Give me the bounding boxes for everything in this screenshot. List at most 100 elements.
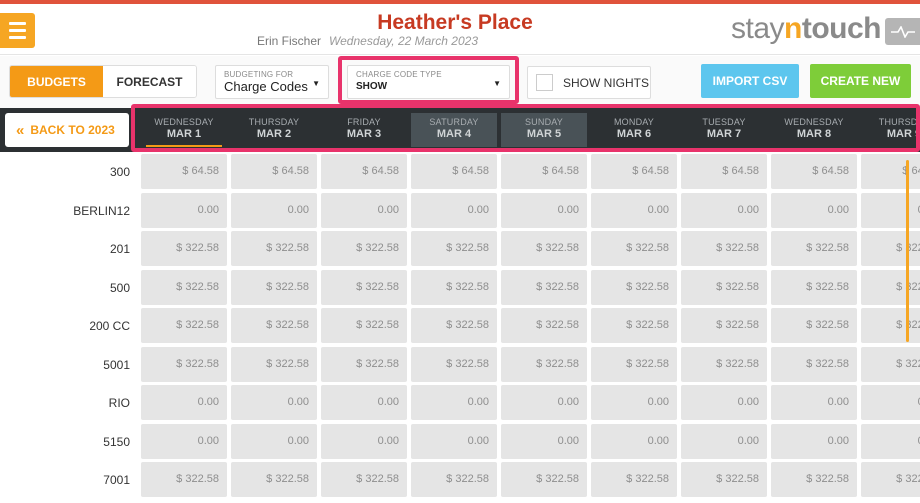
budget-cell[interactable]: 0.00 (771, 192, 857, 228)
budget-cell[interactable]: $ 322.58 (681, 346, 767, 382)
budget-cell[interactable]: $ 322.58 (321, 346, 407, 382)
budget-cell[interactable]: $ 322.58 (411, 346, 497, 382)
budget-cell[interactable]: $ 322.58 (501, 231, 587, 266)
budgeting-for-select[interactable]: BUDGETING FOR Charge Codes ▼ (215, 65, 329, 99)
budget-cell[interactable]: 0.00 (681, 423, 767, 459)
budget-cell[interactable]: $ 322.58 (591, 462, 677, 497)
budget-cell[interactable]: 0.00 (771, 423, 857, 459)
budget-cell[interactable]: $ 322.58 (681, 269, 767, 305)
scrollbar-thumb[interactable] (906, 160, 909, 342)
budget-cell[interactable]: $ 322.58 (591, 231, 677, 266)
budget-cell[interactable]: 0.00 (861, 385, 920, 420)
budget-cell[interactable]: $ 64.58 (231, 154, 317, 189)
date-column-header[interactable]: THURSDAY MAR 2 (231, 113, 317, 147)
show-nights-toggle[interactable]: SHOW NIGHTS (527, 66, 651, 99)
date-column-header[interactable]: TUESDAY MAR 7 (681, 113, 767, 147)
budget-cell[interactable]: $ 322.58 (861, 308, 920, 343)
budget-cell[interactable]: $ 322.58 (231, 462, 317, 497)
budget-cell[interactable]: $ 322.58 (321, 462, 407, 497)
budget-cell[interactable]: $ 322.58 (141, 269, 227, 305)
budget-cell[interactable]: $ 322.58 (501, 346, 587, 382)
budget-cell[interactable]: $ 322.58 (591, 269, 677, 305)
budget-cell[interactable]: $ 322.58 (231, 231, 317, 266)
budget-cell[interactable]: $ 322.58 (141, 231, 227, 266)
budget-cell[interactable]: $ 64.58 (411, 154, 497, 189)
budget-cell[interactable]: $ 322.58 (861, 462, 920, 497)
charge-code-type-select[interactable]: CHARGE CODE TYPE SHOW ▼ (347, 65, 510, 99)
tab-budgets[interactable]: BUDGETS (10, 66, 103, 97)
budget-cell[interactable]: $ 322.58 (771, 346, 857, 382)
budget-cell[interactable]: $ 322.58 (501, 308, 587, 343)
budget-cell[interactable]: $ 322.58 (861, 346, 920, 382)
budget-cell[interactable]: $ 322.58 (141, 462, 227, 497)
budget-cell[interactable]: 0.00 (861, 423, 920, 459)
tab-forecast[interactable]: FORECAST (103, 66, 196, 97)
budget-cell[interactable]: 0.00 (591, 385, 677, 420)
budget-cell[interactable]: 0.00 (861, 192, 920, 228)
budget-cell[interactable]: 0.00 (231, 385, 317, 420)
create-new-button[interactable]: CREATE NEW (810, 64, 911, 98)
budget-cell[interactable]: $ 322.58 (681, 231, 767, 266)
budget-cell[interactable]: $ 322.58 (411, 269, 497, 305)
budget-cell[interactable]: $ 322.58 (231, 308, 317, 343)
budget-cell[interactable]: 0.00 (321, 385, 407, 420)
date-column-header[interactable]: SATURDAY MAR 4 (411, 113, 497, 147)
budget-cell[interactable]: $ 322.58 (501, 269, 587, 305)
budget-cell[interactable]: $ 322.58 (321, 308, 407, 343)
budget-cell[interactable]: $ 322.58 (141, 308, 227, 343)
budget-cell[interactable]: $ 322.58 (501, 462, 587, 497)
budget-cell[interactable]: $ 64.58 (501, 154, 587, 189)
budget-cell[interactable]: 0.00 (681, 192, 767, 228)
budget-cell[interactable]: $ 322.58 (141, 346, 227, 382)
budget-cell[interactable]: $ 322.58 (411, 308, 497, 343)
date-column-header[interactable]: WEDNESDAY MAR 1 (141, 113, 227, 147)
budget-cell[interactable]: 0.00 (231, 192, 317, 228)
budget-cell[interactable]: $ 64.58 (141, 154, 227, 189)
budget-cell[interactable]: 0.00 (141, 192, 227, 228)
budget-cell[interactable]: $ 64.58 (771, 154, 857, 189)
budget-cell[interactable]: $ 322.58 (681, 308, 767, 343)
budget-cell[interactable]: $ 322.58 (771, 269, 857, 305)
budget-cell[interactable]: $ 322.58 (861, 231, 920, 266)
budget-cell[interactable]: 0.00 (591, 192, 677, 228)
budget-cell[interactable]: $ 322.58 (231, 346, 317, 382)
budget-cell[interactable]: $ 322.58 (681, 462, 767, 497)
budget-cell[interactable]: 0.00 (771, 385, 857, 420)
budget-cell[interactable]: $ 322.58 (771, 308, 857, 343)
activity-icon[interactable] (885, 18, 920, 45)
budget-cell[interactable]: $ 322.58 (321, 231, 407, 266)
budget-cell[interactable]: $ 322.58 (861, 269, 920, 305)
budget-cell[interactable]: $ 322.58 (411, 231, 497, 266)
budget-cell[interactable]: 0.00 (501, 423, 587, 459)
budget-cell[interactable]: $ 322.58 (591, 346, 677, 382)
budget-cell[interactable]: 0.00 (141, 423, 227, 459)
date-column-header[interactable]: MONDAY MAR 6 (591, 113, 677, 147)
budget-cell[interactable]: $ 64.58 (321, 154, 407, 189)
budget-cell[interactable]: 0.00 (591, 423, 677, 459)
budget-cell[interactable]: $ 322.58 (591, 308, 677, 343)
budget-cell[interactable]: 0.00 (411, 192, 497, 228)
budget-cell[interactable]: $ 322.58 (321, 269, 407, 305)
budget-cell[interactable]: $ 64.58 (681, 154, 767, 189)
date-column-header[interactable]: THURSDAYMAR 9 (861, 113, 920, 147)
budget-cell[interactable]: 0.00 (411, 423, 497, 459)
budget-cell[interactable]: 0.00 (321, 192, 407, 228)
back-to-year-button[interactable]: « BACK TO 2023 (5, 113, 129, 147)
budget-cell[interactable]: $ 64.58 (591, 154, 677, 189)
budget-cell[interactable]: $ 322.58 (231, 269, 317, 305)
budget-cell[interactable]: $ 322.58 (771, 231, 857, 266)
date-column-header[interactable]: SUNDAY MAR 5 (501, 113, 587, 147)
import-csv-button[interactable]: IMPORT CSV (701, 64, 799, 98)
budget-cell[interactable]: $ 322.58 (411, 462, 497, 497)
date-column-header[interactable]: WEDNESDAY MAR 8 (771, 113, 857, 147)
budget-cell[interactable]: $ 322.58 (771, 462, 857, 497)
budget-cell[interactable]: $ 64.58 (861, 154, 920, 189)
show-nights-checkbox[interactable] (536, 74, 553, 91)
budget-cell[interactable]: 0.00 (411, 385, 497, 420)
date-column-header[interactable]: FRIDAY MAR 3 (321, 113, 407, 147)
budget-cell[interactable]: 0.00 (681, 385, 767, 420)
budget-cell[interactable]: 0.00 (501, 385, 587, 420)
budget-cell[interactable]: 0.00 (231, 423, 317, 459)
budget-cell[interactable]: 0.00 (321, 423, 407, 459)
budget-cell[interactable]: 0.00 (141, 385, 227, 420)
